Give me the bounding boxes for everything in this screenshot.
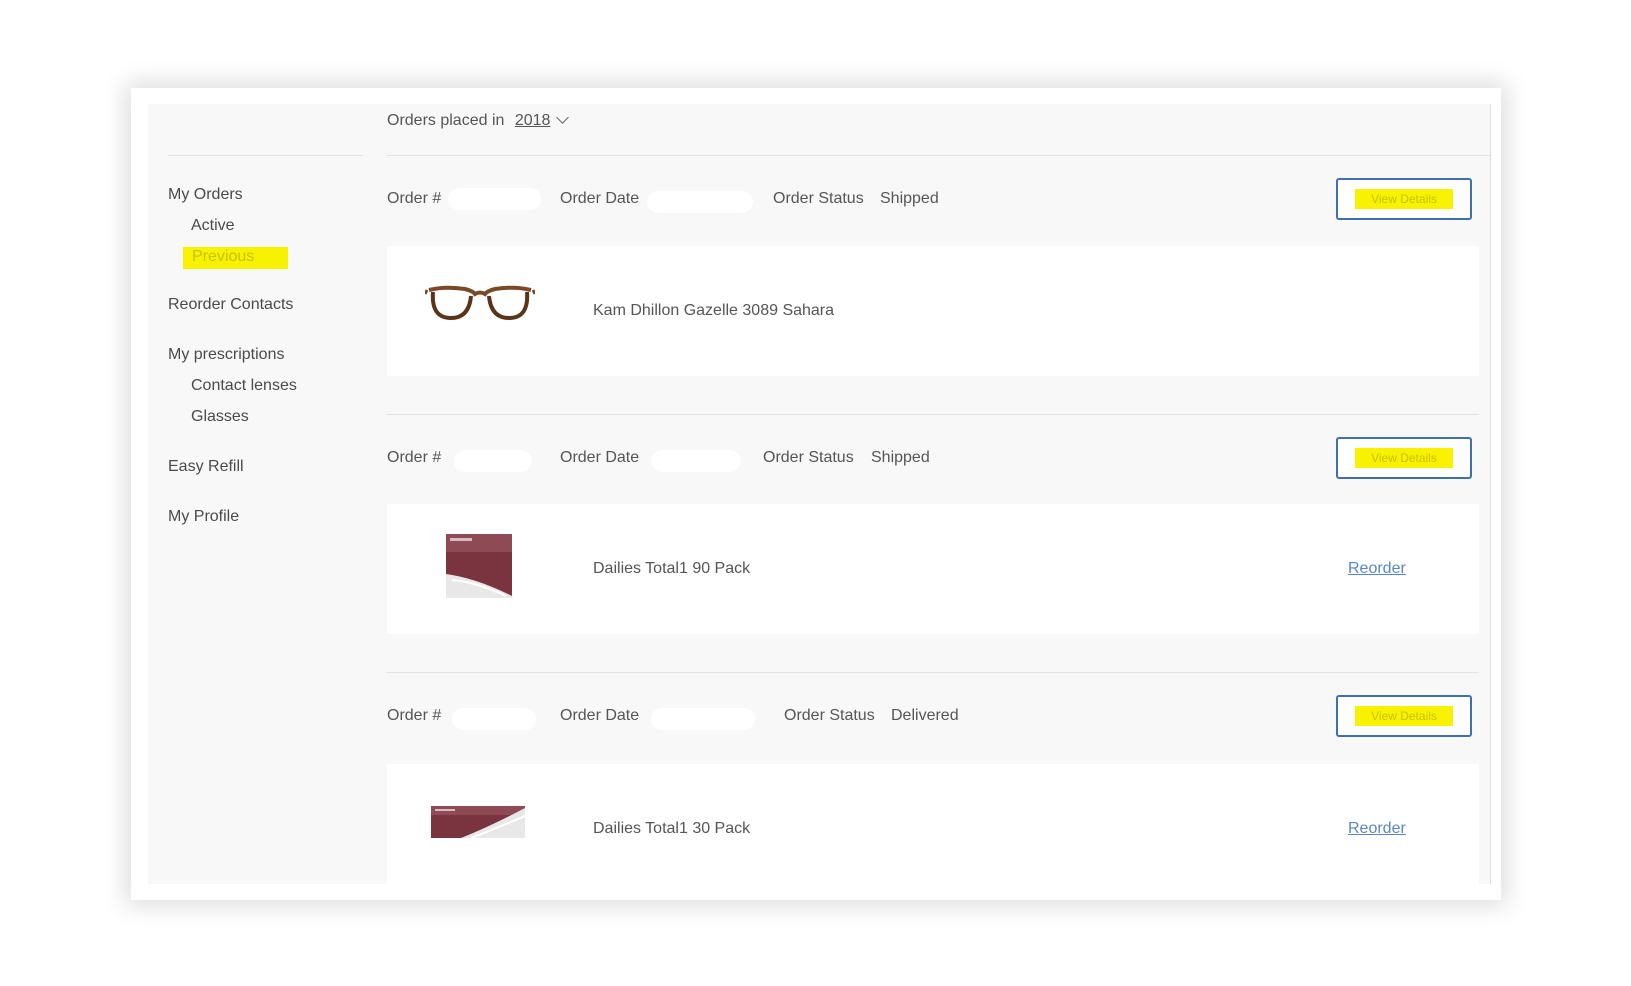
contact-lens-box-icon xyxy=(446,534,512,598)
order-date-redacted xyxy=(651,450,741,472)
orders-filter: Orders placed in 2018 xyxy=(387,111,570,130)
sidebar-item-glasses[interactable]: Glasses xyxy=(191,408,249,426)
sidebar-item-reorder-contacts[interactable]: Reorder Contacts xyxy=(168,296,293,314)
order-number-label: Order # xyxy=(387,449,442,466)
product-name[interactable]: Dailies Total1 30 Pack xyxy=(593,820,750,838)
orders-page: My Orders Active Previous Reorder Contac… xyxy=(148,104,1491,884)
order-date-label: Order Date xyxy=(560,449,640,466)
divider xyxy=(387,155,1490,156)
order-status-value: Delivered xyxy=(891,707,959,724)
divider xyxy=(387,672,1479,673)
sidebar-item-easy-refill[interactable]: Easy Refill xyxy=(168,458,244,476)
divider xyxy=(387,414,1479,415)
view-details-button[interactable]: View Details xyxy=(1336,695,1472,737)
sidebar-item-contact-lenses[interactable]: Contact lenses xyxy=(191,377,297,395)
sidebar-item-my-profile[interactable]: My Profile xyxy=(168,508,239,526)
view-details-label: View Details xyxy=(1355,706,1453,726)
order-status-label: Order Status xyxy=(784,707,875,724)
order-date-redacted xyxy=(651,708,755,730)
eyeglasses-icon xyxy=(423,284,537,324)
order-status-value: Shipped xyxy=(871,449,930,466)
order-number-label: Order # xyxy=(387,707,442,724)
order-date-label: Order Date xyxy=(560,190,640,207)
chevron-down-icon[interactable] xyxy=(556,111,570,124)
reorder-link[interactable]: Reorder xyxy=(1348,560,1406,578)
view-details-label: View Details xyxy=(1355,189,1453,209)
order-item-card: Dailies Total1 30 Pack Reorder xyxy=(387,764,1479,884)
reorder-link[interactable]: Reorder xyxy=(1348,820,1406,838)
view-details-label: View Details xyxy=(1355,448,1453,468)
order-item-card: Dailies Total1 90 Pack Reorder xyxy=(387,504,1479,634)
sidebar-item-my-orders[interactable]: My Orders xyxy=(168,186,243,204)
order-number-redacted xyxy=(454,450,532,472)
order-status-value: Shipped xyxy=(880,190,939,207)
sidebar-item-previous[interactable]: Previous xyxy=(183,247,289,269)
sidebar-divider xyxy=(168,155,363,156)
order-item-card: Kam Dhillon Gazelle 3089 Sahara xyxy=(387,246,1479,376)
product-name[interactable]: Dailies Total1 90 Pack xyxy=(593,560,750,578)
order-date-redacted xyxy=(647,191,753,213)
contact-lens-box-icon xyxy=(431,806,526,839)
order-number-label: Order # xyxy=(387,190,442,207)
order-number-redacted xyxy=(452,708,536,730)
order-number-redacted xyxy=(448,188,541,210)
sidebar-item-active[interactable]: Active xyxy=(191,217,235,235)
view-details-button[interactable]: View Details xyxy=(1336,178,1472,220)
year-select[interactable]: 2018 xyxy=(515,111,570,129)
order-status-label: Order Status xyxy=(773,190,864,207)
view-details-button[interactable]: View Details xyxy=(1336,437,1472,479)
product-name[interactable]: Kam Dhillon Gazelle 3089 Sahara xyxy=(593,302,834,320)
year-value[interactable]: 2018 xyxy=(515,112,551,129)
order-date-label: Order Date xyxy=(560,707,640,724)
sidebar-item-my-prescriptions[interactable]: My prescriptions xyxy=(168,346,284,364)
orders-filter-label: Orders placed in xyxy=(387,112,505,129)
order-status-label: Order Status xyxy=(763,449,854,466)
